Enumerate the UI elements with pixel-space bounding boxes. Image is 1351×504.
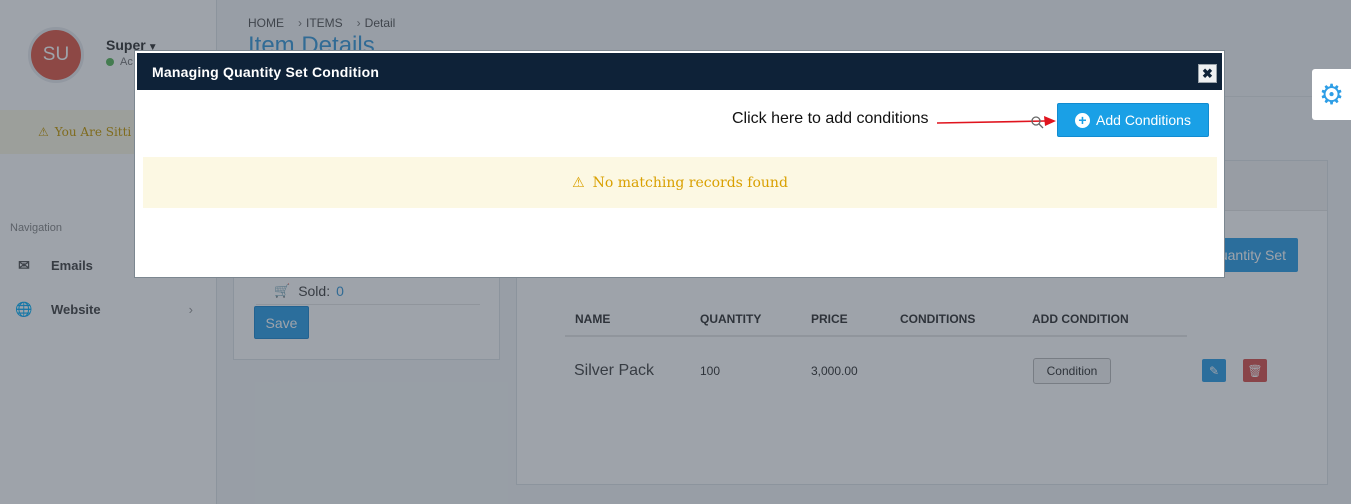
close-icon[interactable]: ✖ bbox=[1198, 64, 1217, 83]
modal-header: Managing Quantity Set Condition ✖ bbox=[137, 53, 1222, 90]
annotation-arrow-icon bbox=[936, 116, 1056, 129]
warning-icon: ⚠ bbox=[572, 174, 585, 191]
empty-state-alert: ⚠ No matching records found bbox=[143, 157, 1217, 208]
plus-circle-icon: + bbox=[1075, 112, 1091, 128]
settings-button[interactable]: ⚙ bbox=[1312, 69, 1351, 120]
empty-state-text: No matching records found bbox=[592, 174, 788, 191]
add-conditions-button[interactable]: + Add Conditions bbox=[1057, 103, 1209, 137]
modal-title: Managing Quantity Set Condition bbox=[152, 64, 380, 80]
add-conditions-hint: Click here to add conditions bbox=[732, 110, 929, 127]
add-conditions-label: Add Conditions bbox=[1096, 112, 1191, 128]
condition-modal: Managing Quantity Set Condition ✖ Click … bbox=[134, 50, 1225, 278]
gear-icon: ⚙ bbox=[1318, 79, 1345, 110]
